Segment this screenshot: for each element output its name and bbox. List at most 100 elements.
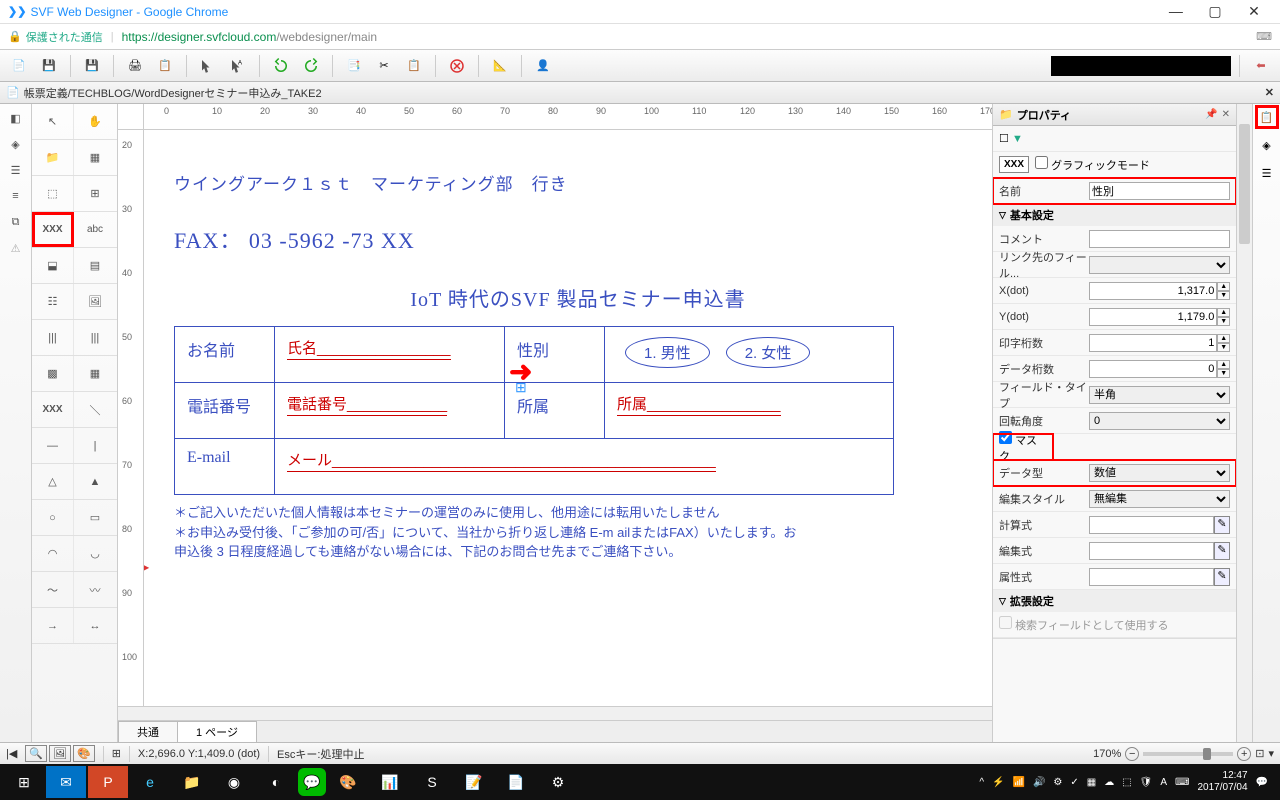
- form-tool[interactable]: ☷: [32, 284, 74, 319]
- prop-close-icon[interactable]: ✕: [1222, 109, 1230, 120]
- status-icon4[interactable]: 🎨: [73, 745, 95, 762]
- tb-app7[interactable]: ⚙: [538, 766, 578, 798]
- new-button[interactable]: 📄: [6, 53, 32, 79]
- arrow2-tool[interactable]: ↔: [74, 608, 116, 643]
- redo-button[interactable]: [298, 53, 324, 79]
- tb-app5[interactable]: 📝: [454, 766, 494, 798]
- layers-icon[interactable]: ◈: [6, 134, 26, 154]
- name-input[interactable]: [1089, 182, 1230, 200]
- close-button[interactable]: ✕: [1236, 3, 1272, 20]
- zoom-slider[interactable]: [1143, 752, 1233, 756]
- field-type-select[interactable]: 半角: [1089, 386, 1230, 404]
- arc-tool[interactable]: ◠: [32, 536, 74, 571]
- status-icon3[interactable]: 🖼: [49, 745, 71, 762]
- gender-female[interactable]: 2. 女性: [726, 337, 811, 368]
- qr-tool[interactable]: ▦: [74, 356, 116, 391]
- attr-input[interactable]: [1089, 568, 1214, 586]
- vertical-ruler[interactable]: 2030405060708090100: [118, 130, 144, 706]
- panel2-button[interactable]: ◈: [1256, 134, 1278, 156]
- pin-icon[interactable]: 📌: [1205, 109, 1217, 120]
- save-all-button[interactable]: 💾: [79, 53, 105, 79]
- zoom-in-button[interactable]: +: [1237, 747, 1251, 761]
- image-tool[interactable]: 🖼: [74, 284, 116, 319]
- hand-tool[interactable]: ✋: [74, 104, 116, 139]
- panel3-button[interactable]: ☰: [1256, 162, 1278, 184]
- gender-male[interactable]: 1. 男性: [625, 337, 710, 368]
- preview-button[interactable]: 📋: [152, 53, 178, 79]
- pointer-tool[interactable]: ↖: [32, 104, 74, 139]
- select-all-tool[interactable]: A: [225, 53, 251, 79]
- wave-tool[interactable]: 〜: [32, 572, 74, 607]
- xxx2-tool[interactable]: XXX: [32, 392, 74, 427]
- save-button[interactable]: 💾: [36, 53, 62, 79]
- horizontal-ruler[interactable]: 0102030405060708090100110120130140150160…: [144, 104, 992, 130]
- graphic-mode-check[interactable]: グラフィックモード: [1035, 156, 1150, 173]
- user-button[interactable]: 👤: [530, 53, 556, 79]
- arc2-tool[interactable]: ◡: [74, 536, 116, 571]
- y-input[interactable]: [1089, 308, 1217, 326]
- email-field[interactable]: メール_____________________________________…: [287, 452, 716, 472]
- xxx-field-tool[interactable]: XXX: [32, 212, 74, 247]
- logout-button[interactable]: ⬅: [1248, 53, 1274, 79]
- pattern-tool[interactable]: ▩: [32, 356, 74, 391]
- dtype-select[interactable]: 数値: [1089, 464, 1230, 482]
- tb-app3[interactable]: 📊: [370, 766, 410, 798]
- document-tab[interactable]: 📄 帳票定義 /TECHBLOG/WordDesignerセミナー申込み_TAK…: [0, 82, 1280, 104]
- tree-icon[interactable]: ◧: [6, 108, 26, 128]
- print-digits-input[interactable]: [1089, 334, 1217, 352]
- status-icon5[interactable]: ⊞: [112, 747, 121, 760]
- start-button[interactable]: ⊞: [4, 766, 44, 798]
- rotation-select[interactable]: 0: [1089, 412, 1230, 430]
- tb-app1[interactable]: ◐: [256, 766, 296, 798]
- zoom-fit-button[interactable]: ⊡: [1255, 747, 1264, 760]
- db-icon[interactable]: ≡: [6, 186, 26, 206]
- delete-button[interactable]: [444, 53, 470, 79]
- hline-tool[interactable]: —: [32, 428, 74, 463]
- h-scrollbar[interactable]: [118, 706, 992, 720]
- translate-icon[interactable]: ⌨: [1256, 30, 1272, 43]
- prop-panel-button[interactable]: 📋: [1256, 106, 1278, 128]
- rect-tool[interactable]: ▭: [74, 500, 116, 535]
- folder-tool[interactable]: 📁: [32, 140, 74, 175]
- vline-tool[interactable]: |: [74, 428, 116, 463]
- tb-outlook[interactable]: ✉: [46, 766, 86, 798]
- arrow1-tool[interactable]: →: [32, 608, 74, 643]
- x-input[interactable]: [1089, 282, 1217, 300]
- system-tray[interactable]: ^⚡📶🔊⚙✓▦☁⬚🛡A⌨ 12:472017/07/04 💬: [979, 770, 1276, 794]
- tab-page1[interactable]: 1 ページ: [177, 721, 257, 743]
- tb-edge[interactable]: e: [130, 766, 170, 798]
- design-canvas[interactable]: ウイングアーク１ｓｔ マーケティング部 行き FAX： 03 -5962 -73…: [144, 130, 992, 706]
- cut-button[interactable]: ✂: [371, 53, 397, 79]
- barcode2-tool[interactable]: |||: [74, 320, 116, 355]
- prop-scrollbar[interactable]: [1236, 104, 1252, 742]
- maximize-button[interactable]: ▢: [1197, 3, 1233, 20]
- url[interactable]: https://designer.svfcloud.com/webdesigne…: [122, 30, 377, 44]
- warn-icon[interactable]: ⚠: [6, 238, 26, 258]
- tb-chrome[interactable]: ◉: [214, 766, 254, 798]
- edit-input[interactable]: [1089, 542, 1214, 560]
- tab-close-button[interactable]: ✕: [1265, 86, 1274, 99]
- link-select[interactable]: [1089, 256, 1230, 274]
- tri2-tool[interactable]: ▲: [74, 464, 116, 499]
- tb-line[interactable]: 💬: [298, 768, 326, 796]
- table-tool[interactable]: ▦: [74, 140, 116, 175]
- basic-section[interactable]: ▽基本設定: [993, 204, 1236, 226]
- calc-input[interactable]: [1089, 516, 1214, 534]
- bracket-tool[interactable]: 〰: [74, 572, 116, 607]
- abc-tool[interactable]: abc: [74, 212, 116, 247]
- tel-field[interactable]: 電話番号____________: [287, 396, 447, 416]
- tri-tool[interactable]: △: [32, 464, 74, 499]
- list-icon[interactable]: ☰: [6, 160, 26, 180]
- name-field[interactable]: 氏名________________: [287, 340, 451, 360]
- ruler-button[interactable]: 📐: [487, 53, 513, 79]
- comment-input[interactable]: [1089, 230, 1230, 248]
- zoom-out-button[interactable]: −: [1125, 747, 1139, 761]
- tab-common[interactable]: 共通: [118, 721, 178, 743]
- tb-explorer[interactable]: 📁: [172, 766, 212, 798]
- mask-check[interactable]: マスク: [999, 431, 1047, 464]
- line-tool[interactable]: ＼: [74, 392, 116, 427]
- blank-icon[interactable]: ☐: [999, 132, 1009, 145]
- paste-button[interactable]: 📋: [401, 53, 427, 79]
- arrow-tool[interactable]: [195, 53, 221, 79]
- filter-icon[interactable]: ▼: [1012, 133, 1023, 145]
